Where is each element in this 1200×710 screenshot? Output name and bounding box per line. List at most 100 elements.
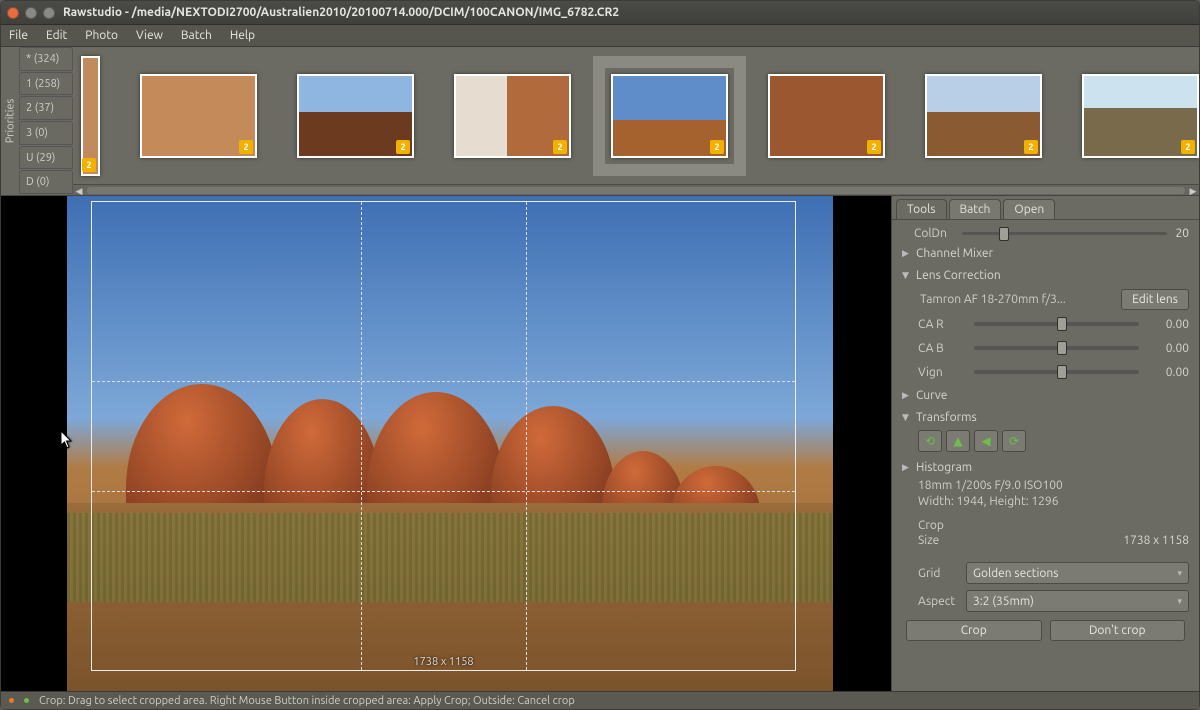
scroll-right-icon[interactable]: ▶ <box>1187 185 1199 195</box>
status-text: Crop: Drag to select cropped area. Right… <box>39 695 575 707</box>
priority-d[interactable]: D (0) <box>19 170 73 194</box>
priorities-panel: Priorities * (324) 1 (258) 2 (37) 3 (0) … <box>1 47 73 195</box>
thumbnail-selected[interactable]: 2 <box>611 74 728 158</box>
tools-body: ColDn 20 ▶Channel Mixer ▼Lens Correction… <box>892 220 1199 691</box>
priority-badge-icon: 2 <box>82 158 96 172</box>
section-lens-correction[interactable]: ▼Lens Correction <box>902 264 1189 286</box>
crop-size-overlay: 1738 x 1158 <box>413 656 473 668</box>
caret-right-icon: ▶ <box>902 390 912 401</box>
lens-name: Tamron AF 18-270mm f/3... <box>920 293 1115 306</box>
exif-line-1: 18mm 1/200s F/9.0 ISO100 <box>902 478 1189 494</box>
thumbnail[interactable]: 2 <box>1082 74 1199 158</box>
grid-label: Grid <box>902 567 958 580</box>
caret-down-icon: ▼ <box>902 412 912 423</box>
aspect-select[interactable]: 3:2 (35mm) ▾ <box>966 590 1189 612</box>
priority-3[interactable]: 3 (0) <box>19 121 73 145</box>
thumbnail[interactable]: 2 <box>768 74 885 158</box>
status-bar: Crop: Drag to select cropped area. Right… <box>1 691 1199 709</box>
crop-size-label: Size <box>902 534 939 558</box>
menu-photo[interactable]: Photo <box>85 29 118 42</box>
menubar: File Edit Photo View Batch Help <box>1 25 1199 47</box>
priority-all[interactable]: * (324) <box>19 47 73 71</box>
main-area: 1738 x 1158 Tools Batch Open ColDn 20 ▶C… <box>1 196 1199 691</box>
caret-right-icon: ▶ <box>902 462 912 473</box>
menu-file[interactable]: File <box>9 29 28 42</box>
chevron-updown-icon: ▾ <box>1177 596 1182 607</box>
crop-selection[interactable]: 1738 x 1158 <box>91 201 796 671</box>
app-window: Rawstudio - /media/NEXTODI2700/Australie… <box>0 0 1200 710</box>
slider-label: CA R <box>918 318 968 331</box>
ca-b-slider[interactable] <box>974 346 1139 350</box>
chevron-updown-icon: ▾ <box>1177 568 1182 579</box>
section-histogram[interactable]: ▶Histogram <box>902 456 1189 478</box>
image-canvas[interactable]: 1738 x 1158 <box>1 196 891 691</box>
menu-help[interactable]: Help <box>230 29 255 42</box>
tab-open[interactable]: Open <box>1003 199 1055 219</box>
window-title: Rawstudio - /media/NEXTODI2700/Australie… <box>63 6 619 19</box>
close-button[interactable] <box>7 7 19 19</box>
side-panel: Tools Batch Open ColDn 20 ▶Channel Mixer… <box>891 196 1199 691</box>
flip-horizontal-icon[interactable]: ▲ <box>946 430 970 452</box>
priorities-label: Priorities <box>1 47 19 195</box>
window-controls <box>7 7 55 19</box>
status-dot-icon <box>24 698 29 703</box>
slider-value: 0.00 <box>1145 342 1189 355</box>
titlebar: Rawstudio - /media/NEXTODI2700/Australie… <box>1 1 1199 25</box>
priority-1[interactable]: 1 (258) <box>19 72 73 96</box>
thumbnail[interactable]: 2 <box>925 74 1042 158</box>
vignette-slider[interactable] <box>974 370 1139 374</box>
crop-button[interactable]: Crop <box>906 620 1042 641</box>
priority-badge-icon: 2 <box>710 140 724 154</box>
dont-crop-button[interactable]: Don't crop <box>1050 620 1186 641</box>
priority-badge-icon: 2 <box>867 140 881 154</box>
transform-buttons: ⟲ ▲ ◀ ⟳ <box>902 430 1189 452</box>
thumbnail[interactable]: 2 <box>297 74 414 158</box>
thumbnail-scrollbar[interactable]: ◀ ▶ <box>73 184 1199 195</box>
priority-2[interactable]: 2 (37) <box>19 96 73 120</box>
priority-badge-icon: 2 <box>239 140 253 154</box>
slider-label: CA B <box>918 342 968 355</box>
priority-badge-icon: 2 <box>1181 140 1195 154</box>
priority-badge-icon: 2 <box>396 140 410 154</box>
maximize-button[interactable] <box>43 7 55 19</box>
caret-right-icon: ▶ <box>902 248 912 259</box>
flip-vertical-icon[interactable]: ◀ <box>974 430 998 452</box>
side-tabs: Tools Batch Open <box>892 196 1199 220</box>
minimize-button[interactable] <box>25 7 37 19</box>
priority-badge-icon: 2 <box>553 140 567 154</box>
thumbnail[interactable]: 2 <box>454 74 571 158</box>
section-curve[interactable]: ▶Curve <box>902 384 1189 406</box>
status-dot-icon <box>9 698 14 703</box>
priority-badge-icon: 2 <box>1024 140 1038 154</box>
caret-down-icon: ▼ <box>902 270 912 281</box>
grid-select[interactable]: Golden sections ▾ <box>966 562 1189 584</box>
menu-batch[interactable]: Batch <box>181 29 212 42</box>
exif-line-2: Width: 1944, Height: 1296 <box>902 494 1189 510</box>
aspect-label: Aspect <box>902 595 958 608</box>
rotate-left-icon[interactable]: ⟲ <box>918 430 942 452</box>
thumbnail-strip[interactable]: 2 2 2 2 2 2 2 2 ◀ ▶ <box>73 47 1199 195</box>
section-channel-mixer[interactable]: ▶Channel Mixer <box>902 242 1189 264</box>
thumbnail[interactable]: 2 <box>81 56 100 176</box>
menu-view[interactable]: View <box>136 29 163 42</box>
scroll-left-icon[interactable]: ◀ <box>73 185 85 195</box>
menu-edit[interactable]: Edit <box>46 29 67 42</box>
ca-r-slider[interactable] <box>974 322 1139 326</box>
tab-tools[interactable]: Tools <box>896 199 947 219</box>
slider-value: 0.00 <box>1145 318 1189 331</box>
crop-size-value: 1738 x 1158 <box>1123 534 1189 558</box>
coldn-slider[interactable] <box>962 232 1167 235</box>
section-transforms[interactable]: ▼Transforms <box>902 406 1189 428</box>
priority-u[interactable]: U (29) <box>19 146 73 170</box>
filmstrip-area: Priorities * (324) 1 (258) 2 (37) 3 (0) … <box>1 47 1199 196</box>
coldn-row: ColDn 20 <box>902 224 1189 242</box>
crop-section-label: Crop <box>902 518 1189 534</box>
tab-batch[interactable]: Batch <box>949 199 1002 219</box>
coldn-label: ColDn <box>914 227 954 240</box>
rotate-right-icon[interactable]: ⟳ <box>1002 430 1026 452</box>
coldn-value: 20 <box>1175 227 1189 240</box>
slider-value: 0.00 <box>1145 366 1189 379</box>
thumbnail[interactable]: 2 <box>140 74 257 158</box>
slider-label: Vign <box>918 366 968 379</box>
edit-lens-button[interactable]: Edit lens <box>1121 289 1189 310</box>
